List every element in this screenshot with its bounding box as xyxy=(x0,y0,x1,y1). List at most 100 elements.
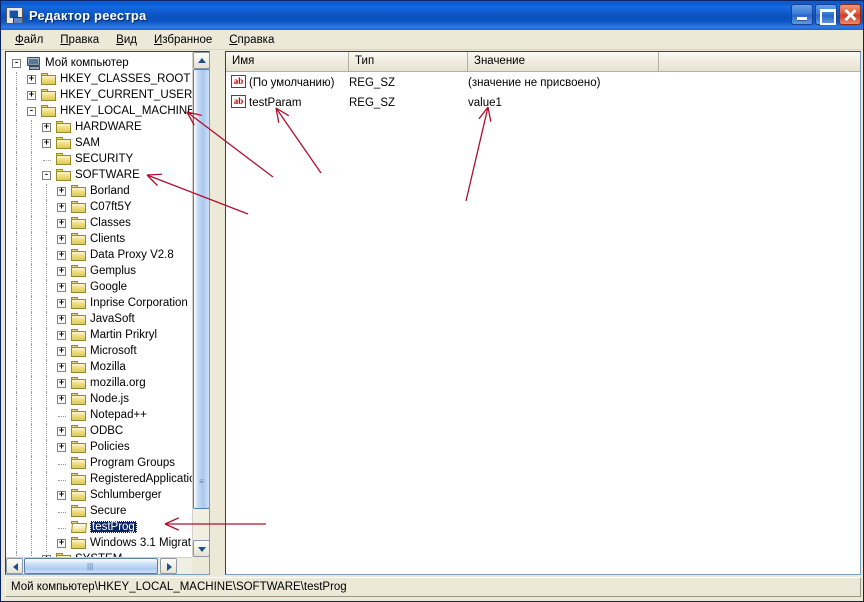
tree-node-sam[interactable]: + SAM xyxy=(6,136,194,152)
tree-node-label: Program Groups xyxy=(90,457,176,469)
tree-collapse-icon[interactable]: - xyxy=(42,170,51,180)
tree-expand-icon[interactable]: + xyxy=(57,266,66,276)
tree-horizontal-scrollbar[interactable]: ||| xyxy=(6,557,194,574)
tree-guide-line xyxy=(16,392,17,408)
tree-expand-icon[interactable]: + xyxy=(57,218,66,228)
tree-node-martin-prikryl[interactable]: + Martin Prikryl xyxy=(6,328,194,344)
tree-collapse-icon[interactable]: - xyxy=(12,58,21,68)
tree-guide-line xyxy=(31,424,32,440)
tree-scroll-down-button[interactable] xyxy=(193,540,209,557)
tree-node-inprise-corporation[interactable]: + Inprise Corporation xyxy=(6,296,194,312)
tree-node-node-js[interactable]: + Node.js xyxy=(6,392,194,408)
tree-guide-line xyxy=(31,456,32,472)
folder-icon xyxy=(71,249,87,262)
tree-expand-icon[interactable]: + xyxy=(57,362,66,372)
tree-node-security[interactable]: SECURITY xyxy=(6,152,194,168)
tree-node-label: Node.js xyxy=(90,393,129,405)
tree-expand-icon[interactable]: + xyxy=(57,234,66,244)
tree-node-odbc[interactable]: + ODBC xyxy=(6,424,194,440)
tree-node-hkey-current-user[interactable]: + HKEY_CURRENT_USER xyxy=(6,88,194,104)
menu-item-справка[interactable]: Справка xyxy=(221,32,283,48)
minimize-button[interactable] xyxy=(791,4,813,25)
folder-icon xyxy=(41,105,57,118)
tree-node-мой-компьютер[interactable]: - Мой компьютер xyxy=(6,56,194,72)
menu-item-вид[interactable]: Вид xyxy=(108,32,146,48)
tree-node-schlumberger[interactable]: + Schlumberger xyxy=(6,488,194,504)
tree-node-gemplus[interactable]: + Gemplus xyxy=(6,264,194,280)
tree-node-secure[interactable]: Secure xyxy=(6,504,194,520)
tree-expand-icon[interactable]: + xyxy=(57,282,66,292)
maximize-button[interactable] xyxy=(815,4,837,25)
column-header-type[interactable]: Тип xyxy=(349,52,468,72)
tree-guide-line xyxy=(31,328,32,344)
tree-node-data-proxy-v2-8[interactable]: + Data Proxy V2.8 xyxy=(6,248,194,264)
registry-tree-pane[interactable]: - Мой компьютер + HKEY_CLASSES_ROOT + HKEY_CU… xyxy=(5,51,210,575)
tree-expand-icon[interactable]: + xyxy=(57,202,66,212)
tree-expand-icon[interactable]: + xyxy=(27,90,36,100)
tree-expand-icon[interactable]: + xyxy=(57,314,66,324)
column-header-value[interactable]: Значение xyxy=(468,52,659,72)
tree-expand-icon[interactable]: + xyxy=(42,122,51,132)
tree-node-hkey-local-machine[interactable]: - HKEY_LOCAL_MACHINE xyxy=(6,104,194,120)
tree-expand-icon[interactable]: + xyxy=(57,298,66,308)
value-row[interactable]: ab testParam REG_SZ value1 xyxy=(226,94,860,111)
tree-scroll-up-button[interactable] xyxy=(193,52,209,69)
tree-node-software[interactable]: - SOFTWARE xyxy=(6,168,194,184)
tree-expand-icon[interactable]: + xyxy=(57,442,66,452)
tree-scroll-thumb[interactable]: ≡ xyxy=(193,69,209,509)
tree-expand-icon[interactable]: + xyxy=(57,394,66,404)
tree-node-testprog[interactable]: testProg xyxy=(6,520,194,536)
menu-accesskey: И xyxy=(153,33,163,46)
tree-node-borland[interactable]: + Borland xyxy=(6,184,194,200)
tree-node-javasoft[interactable]: + JavaSoft xyxy=(6,312,194,328)
tree-collapse-icon[interactable]: - xyxy=(27,106,36,116)
tree-expand-icon[interactable]: + xyxy=(57,538,66,548)
tree-expand-icon[interactable]: + xyxy=(42,138,51,148)
menu-item-label: равка xyxy=(68,33,100,46)
value-row[interactable]: ab (По умолчанию) REG_SZ (значение не присв… xyxy=(226,74,860,91)
tree-expand-icon[interactable]: + xyxy=(57,249,66,260)
tree-node-hkey-classes-root[interactable]: + HKEY_CLASSES_ROOT xyxy=(6,72,194,88)
tree-expand-icon[interactable]: + xyxy=(57,490,66,500)
tree-expand-icon[interactable]: + xyxy=(57,186,66,196)
folder-icon xyxy=(71,441,87,454)
column-header-name[interactable]: Имя xyxy=(226,52,349,72)
tree-expand-icon[interactable]: + xyxy=(57,330,66,340)
computer-icon xyxy=(26,57,42,71)
registry-editor-window: Редактор реестра Файл Правка Вид Избранное С… xyxy=(0,0,864,602)
expander-glyph: + xyxy=(58,249,65,259)
tree-guide-line xyxy=(46,376,47,392)
tree-node-windows-3-1-migrat[interactable]: + Windows 3.1 Migrat xyxy=(6,536,194,552)
tree-scroll-left-button[interactable] xyxy=(6,558,23,574)
tree-node-c07ft5y[interactable]: + C07ft5Y xyxy=(6,200,194,216)
pane-splitter[interactable] xyxy=(210,51,225,575)
menu-item-избранное[interactable]: Избранное xyxy=(146,32,221,48)
close-button[interactable] xyxy=(839,4,861,25)
registry-tree[interactable]: - Мой компьютер + HKEY_CLASSES_ROOT + HKEY_CU… xyxy=(6,52,194,557)
tree-node-mozilla[interactable]: + Mozilla xyxy=(6,360,194,376)
registry-values-pane[interactable]: Имя Тип Значение ab (По умолчанию) REG_SZ (зн… xyxy=(225,51,861,575)
tree-node-mozilla-org[interactable]: + mozilla.org xyxy=(6,376,194,392)
tree-node-program-groups[interactable]: Program Groups xyxy=(6,456,194,472)
tree-node-clients[interactable]: + Clients xyxy=(6,232,194,248)
tree-hscroll-thumb[interactable]: ||| xyxy=(24,558,158,574)
tree-expand-icon[interactable]: + xyxy=(57,378,66,388)
tree-node-registeredapplicatio[interactable]: RegisteredApplicatio xyxy=(6,472,194,488)
tree-node-google[interactable]: + Google xyxy=(6,280,194,296)
tree-guide-line xyxy=(16,472,17,488)
menu-item-файл[interactable]: Файл xyxy=(7,32,52,48)
folder-icon xyxy=(71,233,87,246)
values-column-header[interactable]: Имя Тип Значение xyxy=(226,52,860,72)
tree-node-notepad-[interactable]: Notepad++ xyxy=(6,408,194,424)
tree-node-classes[interactable]: + Classes xyxy=(6,216,194,232)
tree-expand-icon[interactable]: + xyxy=(57,426,66,436)
tree-scroll-right-button[interactable] xyxy=(160,558,177,574)
menu-item-правка[interactable]: Правка xyxy=(52,32,108,48)
tree-node-hardware[interactable]: + HARDWARE xyxy=(6,120,194,136)
tree-vertical-scrollbar[interactable]: ≡ xyxy=(192,52,209,557)
tree-expand-icon[interactable]: + xyxy=(57,346,66,356)
tree-node-policies[interactable]: + Policies xyxy=(6,440,194,456)
tree-node-microsoft[interactable]: + Microsoft xyxy=(6,344,194,360)
tree-expand-icon[interactable]: + xyxy=(27,74,36,84)
tree-guide-line xyxy=(16,456,17,472)
